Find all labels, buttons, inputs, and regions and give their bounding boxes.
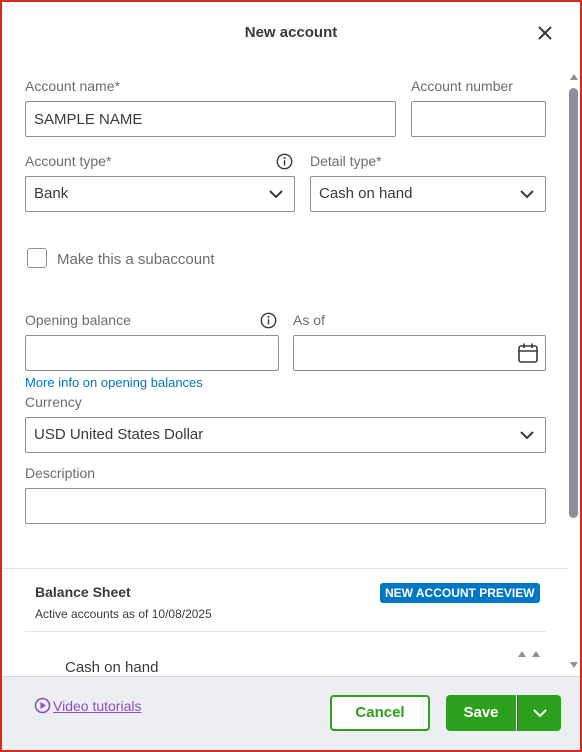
cancel-button[interactable]: Cancel xyxy=(330,695,430,731)
scroll-up-arrow-icon[interactable] xyxy=(570,74,578,80)
account-number-label: Account number xyxy=(411,78,513,94)
info-icon[interactable] xyxy=(260,312,277,329)
account-type-select[interactable]: Bank xyxy=(25,176,295,212)
dialog-footer: Video tutorials Cancel Save xyxy=(2,676,580,750)
chevron-down-icon xyxy=(520,431,534,440)
play-circle-icon xyxy=(34,697,51,714)
account-type-label: Account type* xyxy=(25,153,112,169)
subaccount-label[interactable]: Make this a subaccount xyxy=(57,251,215,268)
opening-balance-label: Opening balance xyxy=(25,312,131,328)
detail-type-select[interactable]: Cash on hand xyxy=(310,176,546,212)
account-type-value: Bank xyxy=(34,185,69,202)
save-options-dropdown-button[interactable] xyxy=(517,695,561,731)
detail-type-label: Detail type* xyxy=(310,153,382,169)
account-number-input[interactable] xyxy=(411,101,546,137)
calendar-icon[interactable] xyxy=(517,342,539,364)
chevron-down-icon xyxy=(269,190,283,199)
account-name-label: Account name* xyxy=(25,78,120,94)
detail-type-value: Cash on hand xyxy=(319,185,413,202)
info-icon[interactable] xyxy=(276,153,293,170)
preview-subtitle: Active accounts as of 10/08/2025 xyxy=(35,607,212,621)
new-account-preview-badge: NEW ACCOUNT PREVIEW xyxy=(380,583,540,603)
as-of-label: As of xyxy=(293,312,325,328)
preview-divider xyxy=(25,631,546,632)
description-input[interactable] xyxy=(25,488,546,524)
subaccount-checkbox[interactable] xyxy=(27,248,47,268)
preview-account-row: Cash on hand xyxy=(65,659,159,676)
currency-select[interactable]: USD United States Dollar xyxy=(25,417,546,453)
opening-balance-input[interactable] xyxy=(25,335,279,371)
save-button[interactable]: Save xyxy=(446,695,516,731)
chevron-down-icon xyxy=(520,190,534,199)
new-account-dialog: New account Account name* Account number… xyxy=(0,0,582,752)
balance-sheet-preview: Balance Sheet Active accounts as of 10/0… xyxy=(2,568,568,676)
close-icon[interactable] xyxy=(536,24,554,42)
preview-title: Balance Sheet xyxy=(35,584,131,600)
scrollbar-thumb[interactable] xyxy=(569,88,578,518)
description-label: Description xyxy=(25,465,96,481)
currency-label: Currency xyxy=(25,394,82,410)
account-form: Account name* Account number Account typ… xyxy=(2,64,568,568)
more-info-opening-balances-link[interactable]: More info on opening balances xyxy=(25,375,203,390)
dialog-title: New account xyxy=(244,24,338,41)
chevron-down-icon xyxy=(533,709,547,718)
video-tutorials-link[interactable]: Video tutorials xyxy=(34,697,141,714)
video-tutorials-label: Video tutorials xyxy=(53,697,142,714)
scroll-down-arrow-icon[interactable] xyxy=(570,662,578,668)
currency-value: USD United States Dollar xyxy=(34,426,204,443)
dialog-header: New account xyxy=(2,2,580,64)
account-name-input[interactable] xyxy=(25,101,396,137)
sort-arrows-icon xyxy=(518,651,540,657)
as-of-date-input[interactable] xyxy=(293,335,546,371)
